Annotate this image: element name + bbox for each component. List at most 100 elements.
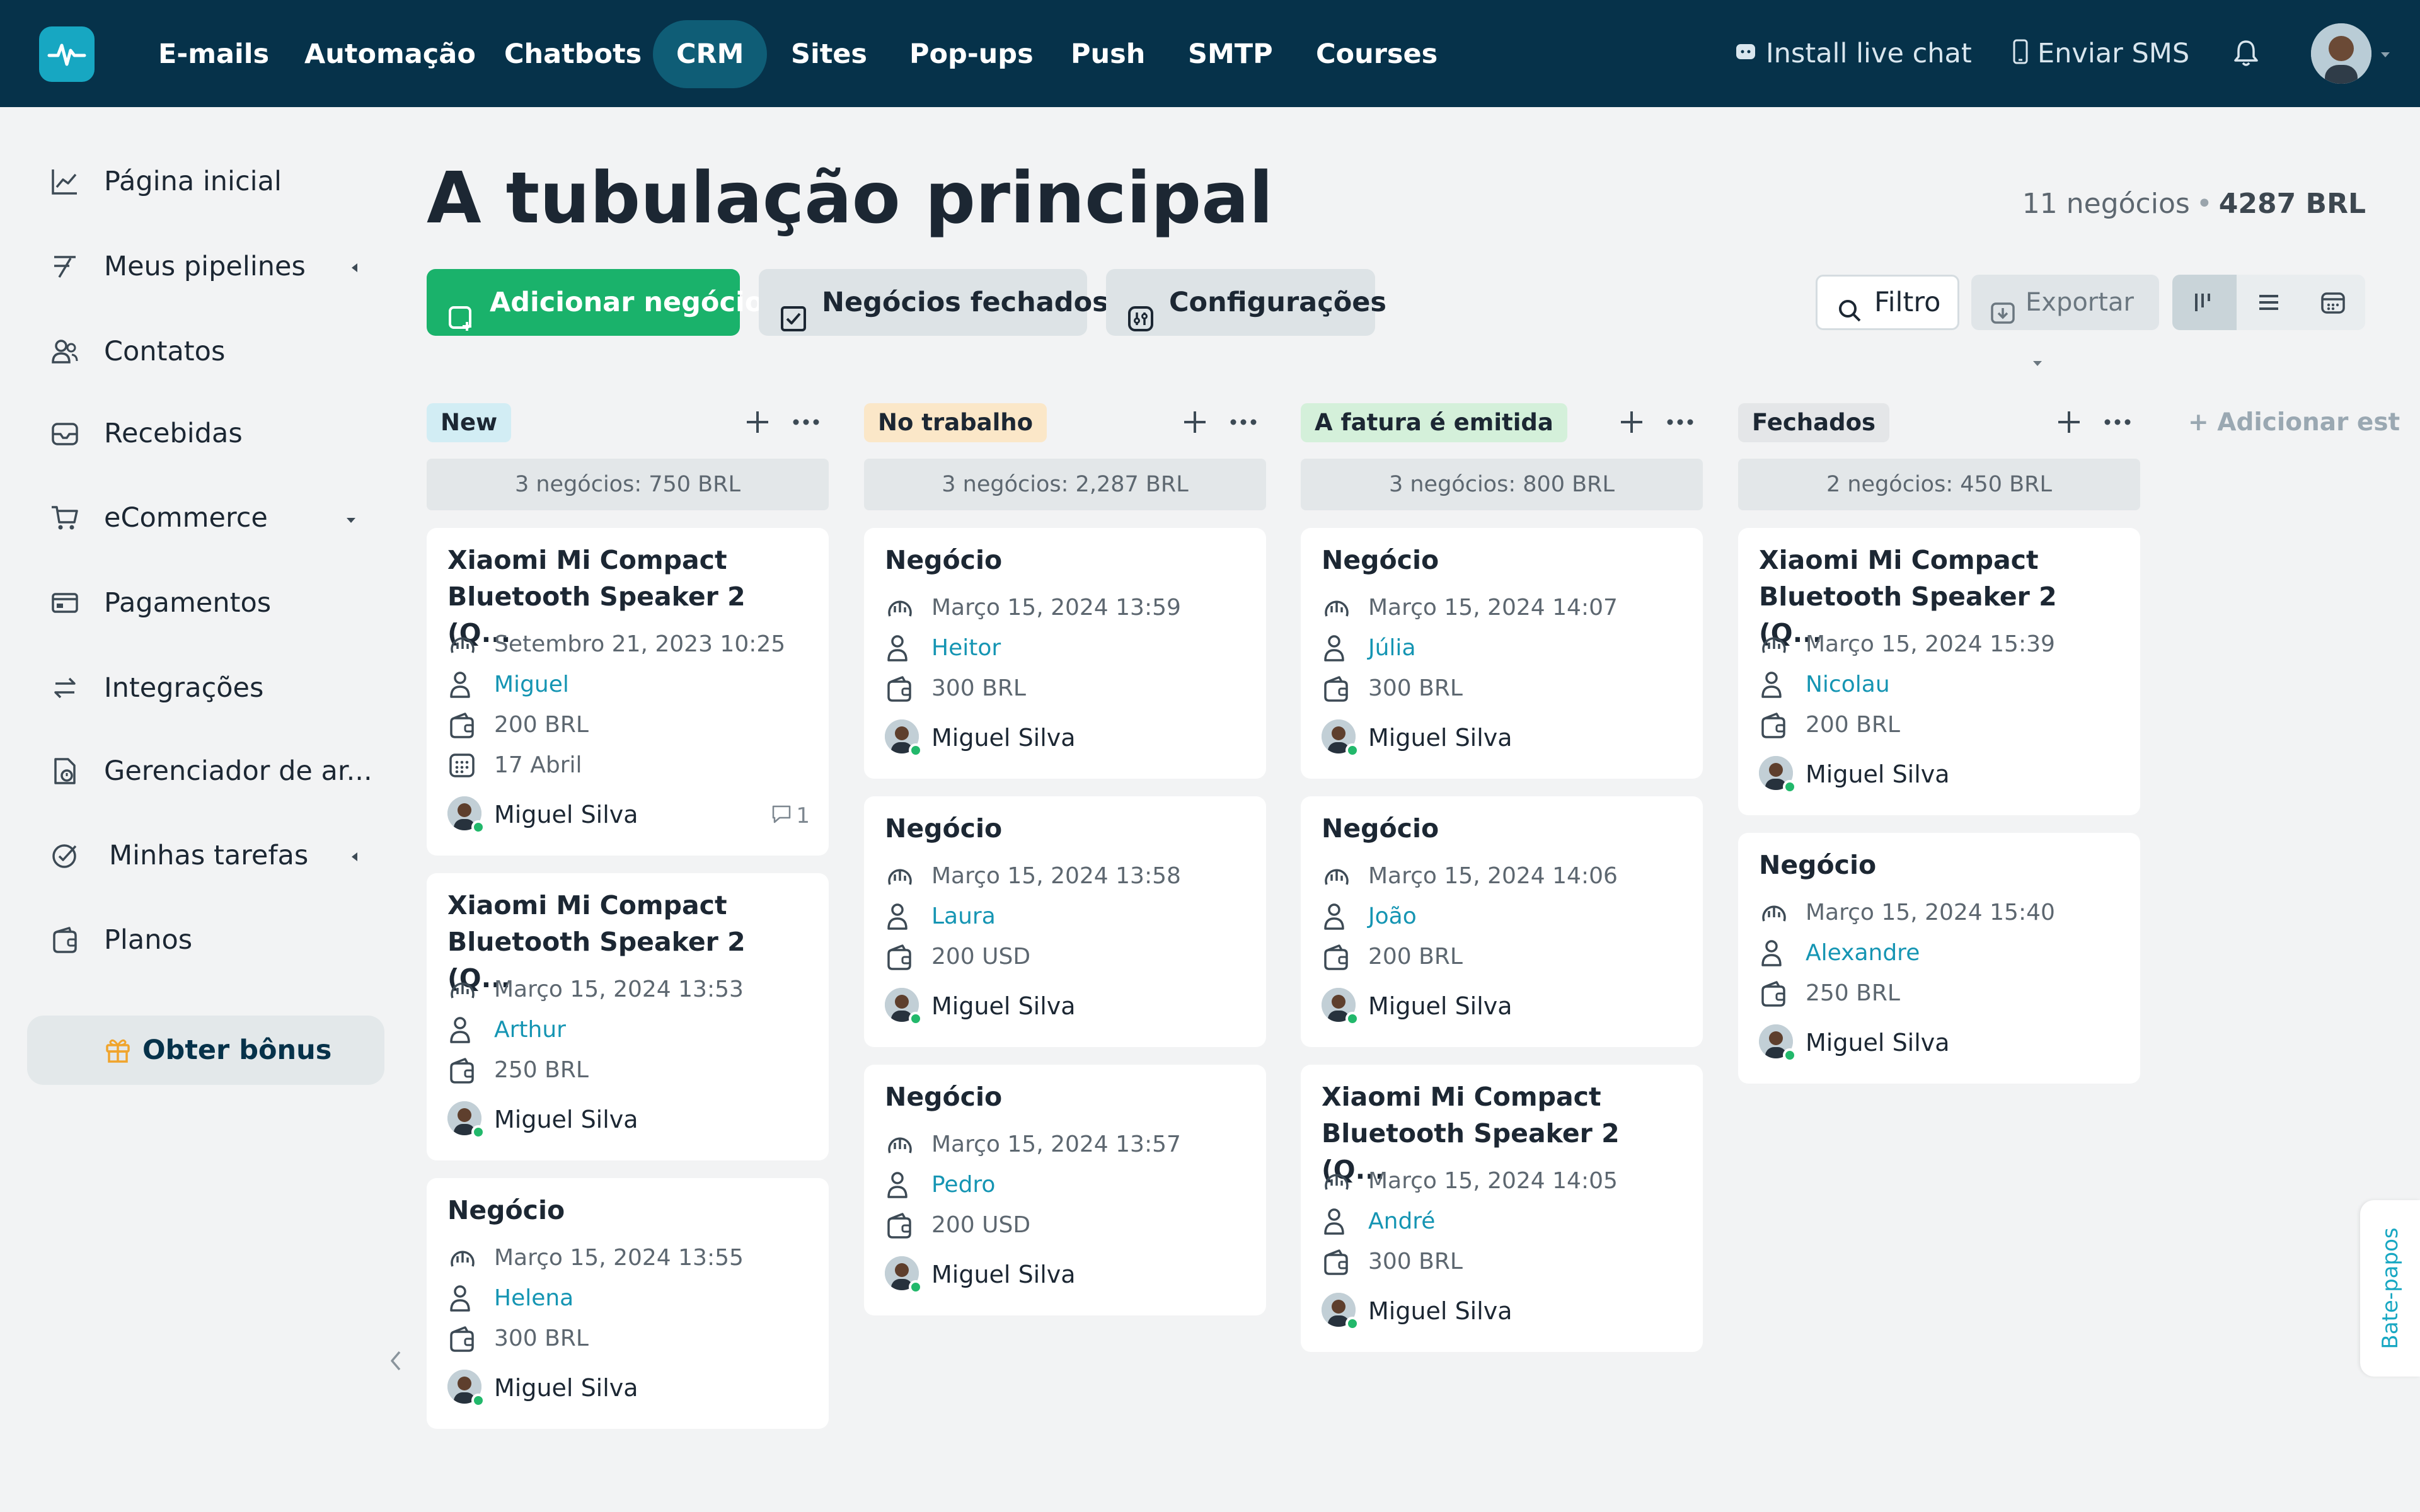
deal-card[interactable]: Xiaomi Mi Compact Bluetooth Speaker 2 (Q… [427,528,829,856]
deal-card[interactable]: Negócio Março 15, 2024 14:07 Júlia 300 BRL M… [1301,528,1703,779]
deal-contact-row[interactable]: Arthur [447,1014,813,1046]
deal-card[interactable]: Xiaomi Mi Compact Bluetooth Speaker 2 (Q… [1738,528,2140,815]
nav-automacao[interactable]: Automação [281,20,499,88]
sidebar-item-home[interactable]: Página inicial [50,153,378,210]
export-button[interactable]: Exportar [1971,275,2159,366]
deal-card[interactable]: Negócio Março 15, 2024 13:59 Heitor 300 BRL… [864,528,1266,779]
add-card-plus-icon[interactable] [2056,410,2082,437]
deal-contact[interactable]: Miguel [494,669,569,701]
deal-owner[interactable]: Miguel Silva [447,1370,813,1407]
deal-card[interactable]: Negócio Março 15, 2024 13:57 Pedro 200 USD M… [864,1065,1266,1315]
nav-emails[interactable]: E-mails [135,20,292,88]
person-icon [447,1016,478,1047]
sidebar-item-pipelines[interactable]: Meus pipelines [50,238,378,295]
add-card-plus-icon[interactable] [1619,410,1644,437]
deal-contact[interactable]: Pedro [931,1169,995,1201]
sidebar-item-inbox[interactable]: Recebidas [50,405,378,462]
deal-owner[interactable]: Miguel Silva [447,1101,813,1139]
chevron-down-icon[interactable] [2380,49,2391,61]
more-options-icon[interactable] [791,410,821,437]
deal-owner[interactable]: Miguel Silva [885,988,1250,1026]
deal-contact[interactable]: Laura [931,901,996,932]
deal-contact[interactable]: Júlia [1368,633,1416,664]
deal-contact[interactable]: Alexandre [1806,937,1920,969]
filter-button[interactable]: Filtro [1816,275,1959,330]
deal-contact-row[interactable]: Nicolau [1759,669,2124,701]
bell-icon[interactable] [2233,39,2259,71]
caret-left-icon[interactable] [350,262,359,276]
deal-card[interactable]: Negócio Março 15, 2024 15:40 Alexandre 250 … [1738,833,2140,1084]
owner-name: Miguel Silva [1806,760,1950,788]
deal-card[interactable]: Negócio Março 15, 2024 14:06 João 200 BRL Mi… [1301,796,1703,1047]
deal-card[interactable]: Negócio Março 15, 2024 13:58 Laura 200 USD M… [864,796,1266,1047]
sidebar-item-tasks[interactable]: Minhas tarefas [50,827,378,884]
deal-card[interactable]: Xiaomi Mi Compact Bluetooth Speaker 2 (Q… [1301,1065,1703,1352]
nav-smtp[interactable]: SMTP [1165,20,1296,88]
deal-owner[interactable]: Miguel Silva [1322,1293,1687,1331]
nav-sites[interactable]: Sites [768,20,890,88]
deal-owner[interactable]: Miguel Silva [1322,719,1687,757]
deal-contact-row[interactable]: Alexandre [1759,937,2124,969]
calendar-view-toggle[interactable] [2301,275,2365,330]
settings-button[interactable]: Configurações [1106,269,1386,336]
nav-courses[interactable]: Courses [1293,20,1461,88]
nav-popups[interactable]: Pop-ups [886,20,1057,88]
more-options-icon[interactable] [1228,410,1259,437]
deal-owner[interactable]: Miguel Silva [1759,1024,2124,1062]
deal-contact-row[interactable]: Heitor [885,633,1250,664]
deal-card[interactable]: Xiaomi Mi Compact Bluetooth Speaker 2 (Q… [427,873,829,1160]
get-bonus-button[interactable]: Obter bônus [27,1016,384,1085]
sidebar-item-ecommerce[interactable]: eCommerce [50,490,378,546]
caret-down-icon[interactable] [345,515,357,527]
caret-left-icon[interactable] [350,851,359,865]
closed-deals-button[interactable]: Negócios fechados [759,269,1109,336]
sidebar-label: Integrações [104,672,264,704]
deal-contact[interactable]: Nicolau [1806,669,1890,701]
deal-card[interactable]: Negócio Março 15, 2024 13:55 Helena 300 BRL… [427,1178,829,1429]
deal-owner[interactable]: Miguel Silva [1322,988,1687,1026]
deal-contact-row[interactable]: Helena [447,1283,813,1314]
collapse-sidebar-icon[interactable] [388,1348,403,1376]
nav-crm[interactable]: CRM [653,20,768,88]
deal-contact-row[interactable]: Júlia [1322,633,1687,664]
deal-contact-row[interactable]: Miguel [447,669,813,701]
nav-chatbots[interactable]: Chatbots [481,20,665,88]
more-options-icon[interactable] [2102,410,2133,437]
add-deal-button[interactable]: Adicionar negócio [427,269,763,336]
deal-contact-row[interactable]: João [1322,901,1687,932]
wallet-icon [885,674,915,706]
deal-contact[interactable]: Heitor [931,633,1001,664]
deal-owner[interactable]: Miguel Silva [885,719,1250,757]
add-card-plus-icon[interactable] [745,410,770,437]
add-deal-label: Adicionar negócio [490,287,764,318]
sidebar-item-contacts[interactable]: Contatos [50,323,378,380]
deal-contact[interactable]: André [1368,1206,1435,1237]
deal-owner[interactable]: Miguel Silva [1759,756,2124,794]
more-options-icon[interactable] [1665,410,1695,437]
install-live-chat-button[interactable]: Install live chat [1734,0,1972,107]
sidebar-item-payments[interactable]: Pagamentos [50,575,378,631]
send-sms-button[interactable]: Enviar SMS [2012,0,2189,107]
deal-owner[interactable]: Miguel Silva [885,1256,1250,1294]
deal-contact[interactable]: João [1368,901,1417,932]
gift-icon [104,1036,132,1067]
list-view-toggle[interactable] [2237,275,2301,330]
sidebar-item-file-manager[interactable]: Gerenciador de ar... [50,743,378,799]
deal-contact-row[interactable]: Laura [885,901,1250,932]
deal-contact-row[interactable]: Pedro [885,1169,1250,1201]
add-card-plus-icon[interactable] [1182,410,1207,437]
deal-contact[interactable]: Arthur [494,1014,566,1046]
deal-owner[interactable]: Miguel Silva [447,796,813,834]
sidebar-item-integrations[interactable]: Integrações [50,660,378,716]
sidebar-item-plans[interactable]: Planos [50,912,378,968]
deal-contact-row[interactable]: André [1322,1206,1687,1237]
comments-count[interactable]: 1 [771,804,810,828]
pulse-logo-icon[interactable] [39,26,95,82]
nav-push[interactable]: Push [1047,20,1168,88]
export-label: Exportar [2025,288,2134,317]
add-stage-button[interactable]: + Adicionar est [2188,403,2400,442]
user-avatar[interactable] [2311,23,2371,84]
chats-tab[interactable]: Bate-papos [2360,1200,2420,1377]
deal-contact[interactable]: Helena [494,1283,573,1314]
kanban-view-toggle[interactable] [2172,275,2237,330]
